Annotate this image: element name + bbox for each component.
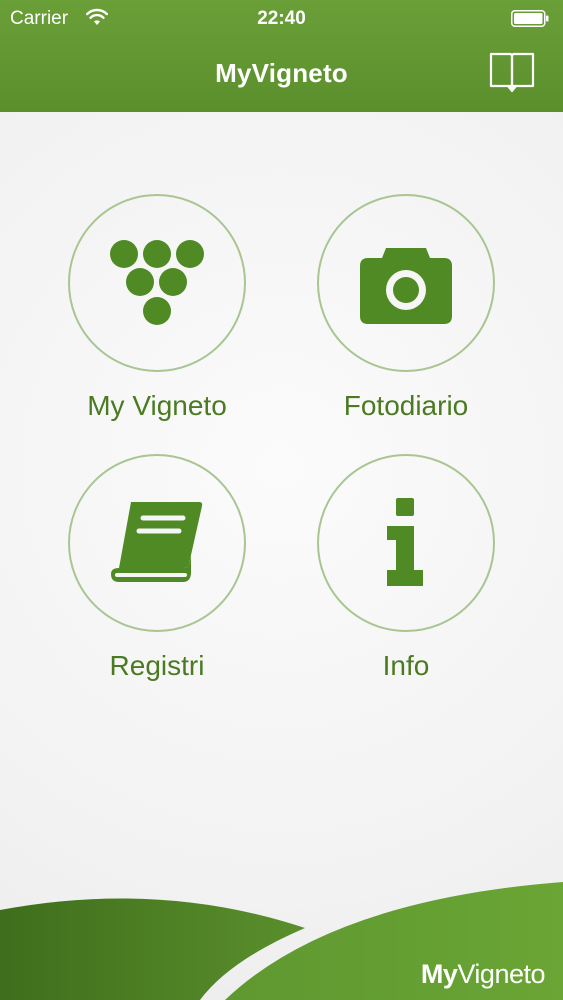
tile-label: Registri xyxy=(109,650,205,681)
info-icon xyxy=(387,498,423,586)
menu-tile-registri[interactable]: Registri xyxy=(47,454,267,682)
menu-tile-fotodiario[interactable]: Fotodiario xyxy=(296,194,516,422)
menu-tile-info[interactable]: Info xyxy=(296,454,516,682)
tile-circle xyxy=(68,454,246,632)
main-content: My Vigneto Fotodiario Registri Info xyxy=(0,112,563,1000)
tile-label: Fotodiario xyxy=(343,390,469,421)
menu-tile-my-vigneto[interactable]: My Vigneto xyxy=(47,194,267,422)
tile-label: My Vigneto xyxy=(87,390,227,421)
book-icon xyxy=(489,52,535,93)
status-time: 22:40 xyxy=(257,8,306,29)
book-icon xyxy=(111,502,203,582)
book-button[interactable] xyxy=(486,50,538,94)
tile-circle xyxy=(317,194,495,372)
camera-icon xyxy=(360,248,452,324)
footer-logo-rest: Vigneto xyxy=(457,959,545,989)
tile-label: Info xyxy=(382,650,430,681)
battery-icon xyxy=(511,10,549,27)
app-header: Carrier 22:40 MyVigneto xyxy=(0,0,563,112)
grapes-icon xyxy=(110,240,204,325)
page-title: MyVigneto xyxy=(215,58,348,88)
footer-logo: MyVigneto xyxy=(420,959,546,990)
status-bar: Carrier 22:40 xyxy=(0,0,563,38)
footer-logo-my: My xyxy=(420,959,458,989)
tile-circle xyxy=(68,194,246,372)
tile-circle xyxy=(317,454,495,632)
